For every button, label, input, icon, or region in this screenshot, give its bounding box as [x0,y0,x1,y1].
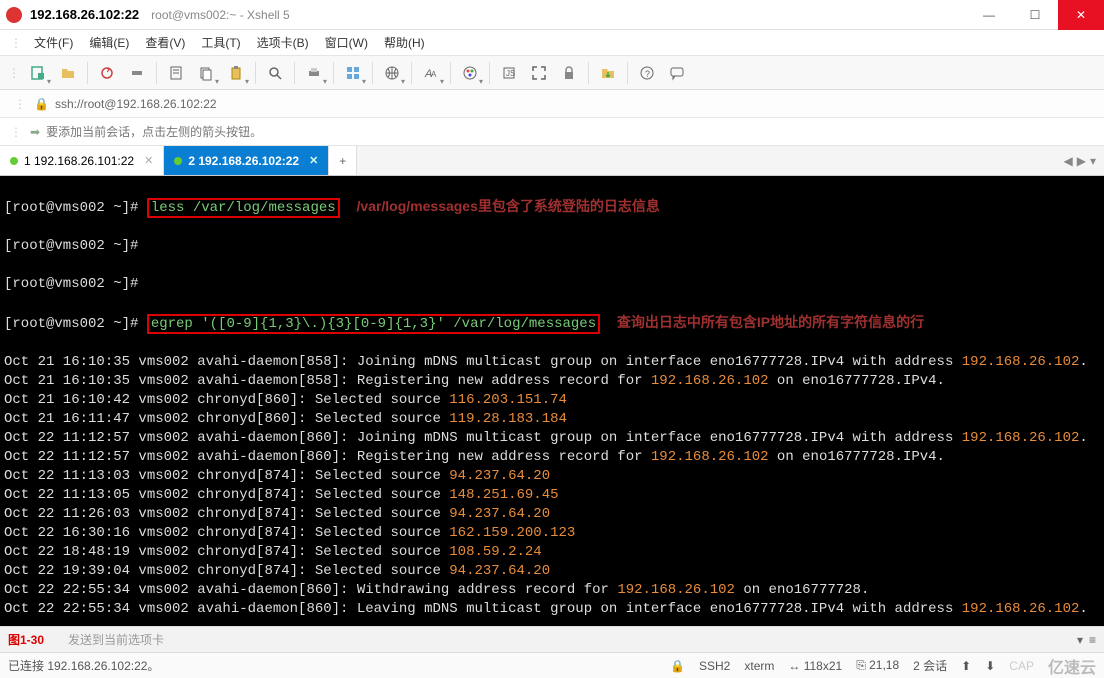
new-session-button[interactable] [24,59,52,87]
tab-1[interactable]: 1 192.168.26.101:22 ✕ [0,146,164,175]
tab-add-button[interactable]: + [329,146,357,175]
transfer-button[interactable] [594,59,622,87]
compose-placeholder[interactable]: 发送到当前选项卡 [68,631,164,648]
status-bar: 已连接 192.168.26.102:22。 🔒 SSH2 xterm ↔ 11… [0,652,1104,678]
window-title-sub: root@vms002:~ - Xshell 5 [151,8,290,22]
hint-bar: ⋮ ➡ 要添加当前会话，点击左侧的箭头按钮。 [0,118,1104,146]
svg-text:JS: JS [506,69,515,78]
status-cursor: 21,18 [869,658,899,672]
menu-file[interactable]: 文件(F) [28,32,79,53]
paste-button[interactable] [222,59,250,87]
tab-close-icon[interactable]: ✕ [144,154,153,167]
tab-bar: 1 192.168.26.101:22 ✕ 2 192.168.26.102:2… [0,146,1104,176]
properties-button[interactable] [162,59,190,87]
window-controls: — ☐ ✕ [966,0,1104,30]
toolbar: ⋮ AA JS ? [0,56,1104,90]
fullscreen-button[interactable] [525,59,553,87]
svg-text:A: A [431,70,437,79]
terminal-output[interactable]: [root@vms002 ~]# less /var/log/messages … [0,176,1104,626]
copy-button[interactable] [192,59,220,87]
compose-bar: 图1-30 发送到当前选项卡 ▾ ≡ [0,626,1104,652]
status-sessions: 2 会话 [913,657,947,674]
status-lock-icon: 🔒 [670,659,685,673]
log-line: Oct 22 11:26:03 vms002 chronyd[874]: Sel… [4,505,1100,524]
log-line: Oct 22 22:55:34 vms002 avahi-daemon[860]… [4,600,1100,619]
notes-button[interactable] [663,59,691,87]
open-button[interactable] [54,59,82,87]
status-up-icon[interactable]: ⬆ [961,659,971,673]
color-button[interactable] [456,59,484,87]
tab-list-icon[interactable]: ▾ [1090,154,1096,168]
status-cap: CAP [1009,659,1034,673]
tab-close-icon[interactable]: ✕ [309,154,318,167]
tab-nav: ◀ ▶ ▾ [1056,146,1104,175]
log-line: Oct 22 18:48:19 vms002 chronyd[874]: Sel… [4,543,1100,562]
help-button[interactable]: ? [633,59,661,87]
menu-tabs[interactable]: 选项卡(B) [251,32,315,53]
hint-text: 要添加当前会话，点击左侧的箭头按钮。 [46,123,262,140]
layout-button[interactable] [339,59,367,87]
status-connected: 已连接 192.168.26.102:22。 [8,657,159,674]
address-url[interactable]: ssh://root@192.168.26.102:22 [55,97,1092,111]
status-term: xterm [744,659,774,673]
lock-icon: 🔒 [34,97,49,111]
maximize-button[interactable]: ☐ [1012,0,1058,30]
arrow-icon[interactable]: ➡ [30,125,40,139]
log-line: Oct 22 11:13:05 vms002 chronyd[874]: Sel… [4,486,1100,505]
menu-view[interactable]: 查看(V) [139,32,191,53]
tab-label: 1 192.168.26.101:22 [24,154,134,168]
menu-tools[interactable]: 工具(T) [195,32,246,53]
compose-list-icon[interactable]: ≡ [1089,633,1096,647]
log-line: Oct 21 16:11:47 vms002 chronyd[860]: Sel… [4,410,1100,429]
app-icon [6,7,22,23]
tab-2[interactable]: 2 192.168.26.102:22 ✕ [164,146,329,175]
compose-menu-icon[interactable]: ▾ [1077,633,1083,647]
tab-next-icon[interactable]: ▶ [1077,154,1086,168]
status-size: 118x21 [804,659,842,673]
status-dot-icon [174,157,182,165]
log-line: Oct 21 16:10:42 vms002 chronyd[860]: Sel… [4,391,1100,410]
script-button[interactable]: JS [495,59,523,87]
menu-help[interactable]: 帮助(H) [378,32,431,53]
close-button[interactable]: ✕ [1058,0,1104,30]
font-button[interactable]: AA [417,59,445,87]
figure-label: 图1-30 [8,631,44,648]
status-dot-icon [10,157,18,165]
log-line: Oct 21 16:10:35 vms002 avahi-daemon[858]… [4,372,1100,391]
reconnect-button[interactable] [93,59,121,87]
disconnect-button[interactable] [123,59,151,87]
log-line: Oct 22 11:13:03 vms002 chronyd[874]: Sel… [4,467,1100,486]
window-title-main: 192.168.26.102:22 [30,7,139,22]
print-button[interactable] [300,59,328,87]
encoding-button[interactable] [378,59,406,87]
minimize-button[interactable]: — [966,0,1012,30]
status-down-icon[interactable]: ⬇ [985,659,995,673]
status-ssh: SSH2 [699,659,730,673]
menu-window[interactable]: 窗口(W) [319,32,374,53]
lock-button[interactable] [555,59,583,87]
menu-bar: ⋮ 文件(F) 编辑(E) 查看(V) 工具(T) 选项卡(B) 窗口(W) 帮… [0,30,1104,56]
menu-edit[interactable]: 编辑(E) [83,32,135,53]
find-button[interactable] [261,59,289,87]
tab-label: 2 192.168.26.102:22 [188,154,299,168]
address-bar: ⋮ 🔒 ssh://root@192.168.26.102:22 [0,90,1104,118]
log-line: Oct 21 16:10:35 vms002 avahi-daemon[858]… [4,353,1100,372]
brand-logo: 亿速云 [1048,654,1096,678]
log-line: Oct 22 16:30:16 vms002 chronyd[874]: Sel… [4,524,1100,543]
log-line: Oct 22 22:55:34 vms002 avahi-daemon[860]… [4,581,1100,600]
log-line: Oct 22 11:12:57 vms002 avahi-daemon[860]… [4,448,1100,467]
log-line: Oct 22 11:12:57 vms002 avahi-daemon[860]… [4,429,1100,448]
title-bar: 192.168.26.102:22 root@vms002:~ - Xshell… [0,0,1104,30]
svg-text:?: ? [645,69,650,79]
log-line: Oct 22 19:39:04 vms002 chronyd[874]: Sel… [4,562,1100,581]
tab-prev-icon[interactable]: ◀ [1064,154,1073,168]
